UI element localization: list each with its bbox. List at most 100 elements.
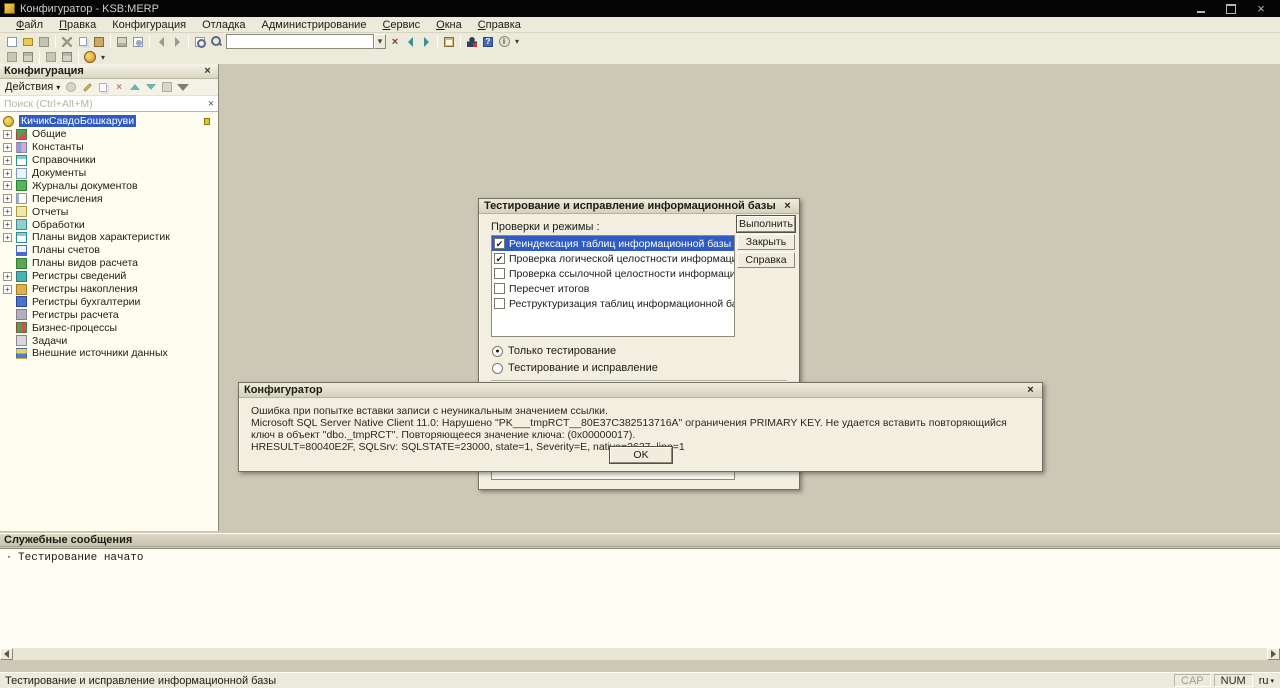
nav-back-icon[interactable]	[402, 34, 418, 49]
help-button[interactable]: Справка	[737, 252, 795, 268]
new-icon[interactable]	[4, 34, 20, 49]
syntax-check-icon[interactable]	[464, 34, 480, 49]
close-icon[interactable]	[1254, 3, 1268, 15]
redo-icon[interactable]	[169, 34, 185, 49]
checkbox-recalc-totals[interactable]	[494, 283, 505, 294]
tree-item-information-registers[interactable]: +Регистры сведений	[0, 270, 218, 283]
panel3-icon[interactable]	[43, 50, 59, 65]
sort-icon[interactable]	[160, 81, 174, 94]
print-preview-icon[interactable]	[130, 34, 146, 49]
radio-test-only-dot[interactable]: ●	[492, 346, 503, 357]
message-row[interactable]: ▪ Тестирование начато	[0, 549, 1280, 563]
menu-edit[interactable]: Правка	[51, 18, 104, 32]
panel-close-icon[interactable]	[201, 65, 214, 77]
save-icon[interactable]	[36, 34, 52, 49]
add-icon[interactable]	[64, 81, 78, 94]
toolbar-overflow-icon[interactable]	[512, 37, 522, 46]
menu-windows[interactable]: Окна	[428, 18, 470, 32]
filter-funnel-icon[interactable]	[176, 81, 190, 94]
clear-search-icon[interactable]	[388, 34, 402, 49]
tree-item-common[interactable]: +Общие	[0, 128, 218, 141]
tree-item-chart-of-accounts[interactable]: Планы счетов	[0, 244, 218, 257]
copy-item-icon[interactable]	[96, 81, 110, 94]
tree-item-chart-characteristic-types[interactable]: +Планы видов характеристик	[0, 231, 218, 244]
tree-item-enums[interactable]: +Перечисления	[0, 192, 218, 205]
language-indicator[interactable]: ru	[1256, 675, 1277, 687]
undo-icon[interactable]	[153, 34, 169, 49]
search-input[interactable]	[226, 34, 374, 49]
tree-item-document-journals[interactable]: +Журналы документов	[0, 179, 218, 192]
edit-pencil-icon[interactable]	[80, 81, 94, 94]
checkbox-restructure[interactable]	[494, 298, 505, 309]
tree-item-reports[interactable]: +Отчеты	[0, 205, 218, 218]
cut-icon[interactable]	[59, 34, 75, 49]
ok-button[interactable]: OK	[610, 447, 672, 463]
test-dialog-close-icon[interactable]	[781, 200, 794, 212]
menu-help[interactable]: Справка	[470, 18, 529, 32]
panel4-icon[interactable]	[59, 50, 75, 65]
message-bullet-icon: ▪	[0, 554, 18, 562]
tree-item-data-processors[interactable]: +Обработки	[0, 218, 218, 231]
tree-item-catalogs[interactable]: +Справочники	[0, 154, 218, 167]
tree-item-external-data-sources[interactable]: Внешние источники данных	[0, 347, 218, 360]
check-row-logical-integrity[interactable]: ✔ Проверка логической целостности информ…	[492, 251, 734, 266]
scrollbar-track[interactable]	[13, 648, 1267, 660]
error-dialog-close-icon[interactable]	[1024, 384, 1037, 396]
zoom-icon[interactable]	[208, 34, 224, 49]
search-clear-icon[interactable]	[204, 98, 218, 110]
nav-forward-icon[interactable]	[418, 34, 434, 49]
checkbox-logical-integrity[interactable]: ✔	[494, 253, 505, 264]
tree-item-business-processes[interactable]: Бизнес-процессы	[0, 321, 218, 334]
tree-item-calculation-registers[interactable]: Регистры расчета	[0, 308, 218, 321]
tree-search-box[interactable]: Поиск (Ctrl+Alt+M)	[0, 96, 218, 112]
info-icon[interactable]	[496, 34, 512, 49]
clipboard-icon[interactable]	[441, 34, 457, 49]
checkbox-reference-integrity[interactable]	[494, 268, 505, 279]
tree-item-calculation-types[interactable]: Планы видов расчета	[0, 257, 218, 270]
check-row-recalc-totals[interactable]: Пересчет итогов	[492, 281, 734, 296]
tree-root[interactable]: КичикСавдоБошкаруви	[0, 115, 218, 128]
panel2-icon[interactable]	[20, 50, 36, 65]
minimize-icon[interactable]	[1194, 3, 1208, 15]
configuration-tree: КичикСавдоБошкаруви +Общие +Константы +С…	[0, 112, 218, 360]
execute-button[interactable]: Выполнить	[737, 216, 795, 232]
tree-item-documents[interactable]: +Документы	[0, 167, 218, 180]
checkbox-reindex[interactable]: ✔	[494, 238, 505, 249]
print-icon[interactable]	[114, 34, 130, 49]
accounting-registers-icon	[16, 296, 27, 307]
horizontal-scrollbar[interactable]	[0, 648, 1280, 660]
menu-file[interactable]: Файл	[8, 18, 51, 32]
menu-debug[interactable]: Отладка	[194, 18, 253, 32]
close-button[interactable]: Закрыть	[737, 234, 795, 250]
menu-service[interactable]: Сервис	[374, 18, 428, 32]
scroll-left-icon[interactable]	[0, 648, 13, 660]
search-combobox[interactable]	[226, 34, 386, 49]
maximize-icon[interactable]	[1224, 3, 1238, 15]
tree-item-accounting-registers[interactable]: Регистры бухгалтерии	[0, 295, 218, 308]
tree-item-accumulation-registers[interactable]: +Регистры накопления	[0, 283, 218, 296]
move-down-icon[interactable]	[144, 81, 158, 94]
chevron-down-icon[interactable]	[374, 34, 386, 49]
help-book-icon[interactable]	[480, 34, 496, 49]
panel1-icon[interactable]	[4, 50, 20, 65]
radio-test-only[interactable]: ● Только тестирование	[492, 345, 616, 357]
find-in-doc-icon[interactable]	[192, 34, 208, 49]
tree-item-constants[interactable]: +Константы	[0, 141, 218, 154]
radio-test-and-repair[interactable]: Тестирование и исправление	[492, 362, 658, 374]
move-up-icon[interactable]	[128, 81, 142, 94]
check-row-restructure[interactable]: Реструктуризация таблиц информационной б…	[492, 296, 734, 311]
copy-icon[interactable]	[75, 34, 91, 49]
open-icon[interactable]	[20, 34, 36, 49]
radio-test-and-repair-dot[interactable]	[492, 363, 503, 374]
menu-administration[interactable]: Администрирование	[254, 18, 375, 32]
menu-configuration[interactable]: Конфигурация	[104, 18, 194, 32]
scroll-right-icon[interactable]	[1267, 648, 1280, 660]
tree-item-tasks[interactable]: Задачи	[0, 334, 218, 347]
paste-icon[interactable]	[91, 34, 107, 49]
actions-menu-button[interactable]: Действия	[3, 81, 62, 93]
check-row-reference-integrity[interactable]: Проверка ссылочной целостности информаци…	[492, 266, 734, 281]
debug-run-icon[interactable]	[82, 50, 98, 65]
delete-icon[interactable]	[112, 81, 126, 94]
check-row-reindex[interactable]: ✔ Реиндексация таблиц информационной баз…	[492, 236, 734, 251]
toolbar2-overflow-icon[interactable]	[98, 53, 108, 62]
